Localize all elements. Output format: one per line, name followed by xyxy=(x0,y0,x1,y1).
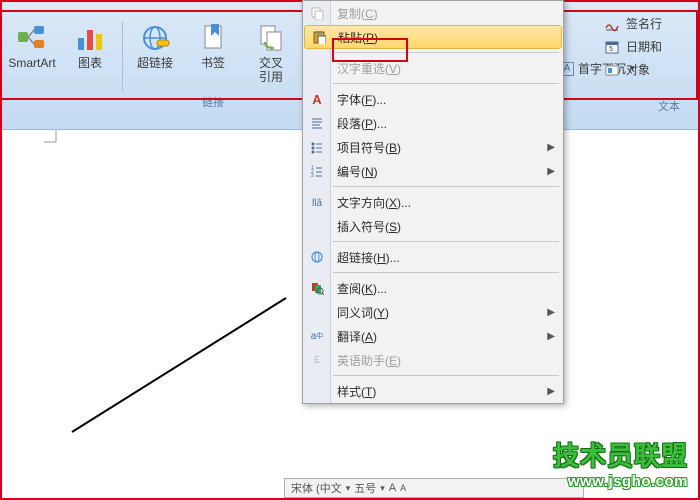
menu-english-assistant[interactable]: £ 英语助手(E) xyxy=(303,348,563,372)
menu-translate-label: 翻译(A) xyxy=(337,328,377,345)
chevron-down-icon: ▾ xyxy=(380,483,385,494)
copy-icon xyxy=(309,5,325,21)
shrink-font-icon[interactable]: A xyxy=(400,483,406,493)
signature-icon xyxy=(604,16,620,32)
crossref-button[interactable]: 交叉 引用 xyxy=(243,18,299,88)
link-icon xyxy=(309,249,325,265)
status-size: 五号 xyxy=(354,480,376,496)
separator xyxy=(122,22,123,92)
menu-bullets-label: 项目符号(B) xyxy=(337,139,401,156)
lookup-icon xyxy=(309,280,325,296)
chart-button[interactable]: 图表 xyxy=(62,18,118,74)
links-group-label: 链接 xyxy=(127,94,299,110)
menu-numbering[interactable]: 123 编号(N) ▶ xyxy=(303,159,563,183)
menu-font-label: 字体(F)... xyxy=(337,91,386,108)
svg-text:llâ: llâ xyxy=(312,198,322,209)
watermark-title: 技术员联盟 xyxy=(553,436,688,473)
signature-button[interactable]: 签名行 xyxy=(604,12,694,35)
bookmark-button[interactable]: 书签 xyxy=(185,18,241,88)
chevron-down-icon: ▾ xyxy=(346,483,351,494)
menu-lookup[interactable]: 查阅(K)... xyxy=(303,276,563,300)
menu-synonyms-label: 同义词(Y) xyxy=(337,304,389,321)
crossref-label: 交叉 引用 xyxy=(259,56,283,84)
menu-text-direction-label: 文字方向(X)... xyxy=(337,194,411,211)
object-button[interactable]: 对象 xyxy=(604,58,694,81)
hyperlink-icon xyxy=(139,22,171,54)
menu-hyperlink[interactable]: 超链接(H)... xyxy=(303,245,563,269)
menu-paragraph-label: 段落(P)... xyxy=(337,115,387,132)
submenu-arrow-icon: ▶ xyxy=(547,386,555,397)
paragraph-icon xyxy=(309,115,325,131)
menu-translate[interactable]: a中 翻译(A) ▶ xyxy=(303,324,563,348)
menu-copy-label: 复制(C) xyxy=(337,5,378,22)
bullets-icon xyxy=(309,139,325,155)
menu-lookup-label: 查阅(K)... xyxy=(337,280,387,297)
chart-icon xyxy=(74,22,106,54)
hyperlink-button[interactable]: 超链接 xyxy=(127,18,183,88)
submenu-arrow-icon: ▶ xyxy=(547,307,555,318)
numbering-icon: 123 xyxy=(309,163,325,179)
submenu-arrow-icon: ▶ xyxy=(547,331,555,342)
menu-synonyms[interactable]: 同义词(Y) ▶ xyxy=(303,300,563,324)
datetime-button[interactable]: 5 日期和 xyxy=(604,35,694,58)
object-icon xyxy=(604,62,620,78)
watermark: 技术员联盟 www.jsgho.com xyxy=(553,436,688,490)
menu-insert-symbol-label: 插入符号(S) xyxy=(337,218,401,235)
drawn-line-shape[interactable] xyxy=(64,290,294,440)
menu-paste-label: 粘贴(P) xyxy=(338,29,378,46)
menu-insert-symbol[interactable]: 插入符号(S) xyxy=(303,214,563,238)
watermark-url: www.jsgho.com xyxy=(553,473,688,490)
text-direction-icon: llâ xyxy=(309,194,325,210)
status-font: 宋体 (中文 xyxy=(291,480,342,496)
menu-paste[interactable]: 粘贴(P) xyxy=(304,25,562,49)
submenu-arrow-icon: ▶ xyxy=(547,142,555,153)
svg-text:3: 3 xyxy=(311,173,314,178)
object-label: 对象 xyxy=(626,61,650,78)
menu-font[interactable]: A 字体(F)... xyxy=(303,87,563,111)
menu-styles-label: 样式(T) xyxy=(337,383,376,400)
paste-icon xyxy=(311,29,327,45)
smartart-button[interactable]: SmartArt xyxy=(4,18,60,74)
bookmark-icon xyxy=(197,22,229,54)
menu-chinese-reselect-label: 汉字重选(V) xyxy=(337,60,401,77)
smartart-icon xyxy=(16,22,48,54)
page-margin-marker xyxy=(44,130,64,150)
datetime-icon: 5 xyxy=(604,39,620,55)
menu-numbering-label: 编号(N) xyxy=(337,163,378,180)
signature-label: 签名行 xyxy=(626,15,662,32)
menu-chinese-reselect[interactable]: 汉字重选(V) xyxy=(303,56,563,80)
context-menu: 复制(C) 粘贴(P) 汉字重选(V) A 字体(F)... 段落(P)... … xyxy=(302,0,564,404)
submenu-arrow-icon: ▶ xyxy=(547,166,555,177)
menu-paragraph[interactable]: 段落(P)... xyxy=(303,111,563,135)
crossref-icon xyxy=(255,22,287,54)
datetime-label: 日期和 xyxy=(626,38,662,55)
translate-icon: a中 xyxy=(309,328,325,344)
chart-label: 图表 xyxy=(78,56,102,70)
smartart-label: SmartArt xyxy=(8,56,55,70)
english-assistant-icon: £ xyxy=(309,352,325,368)
bookmark-label: 书签 xyxy=(201,56,225,70)
text-group-label: 文本 xyxy=(658,98,680,114)
grow-font-icon[interactable]: A xyxy=(389,482,396,494)
menu-copy[interactable]: 复制(C) xyxy=(303,1,563,25)
menu-text-direction[interactable]: llâ 文字方向(X)... xyxy=(303,190,563,214)
menu-english-assistant-label: 英语助手(E) xyxy=(337,352,401,369)
font-icon: A xyxy=(309,91,325,107)
menu-hyperlink-label: 超链接(H)... xyxy=(337,249,400,266)
mini-toolbar[interactable]: 宋体 (中文 ▾ 五号 ▾ A A xyxy=(284,478,584,498)
menu-styles[interactable]: 样式(T) ▶ xyxy=(303,379,563,403)
svg-text:5: 5 xyxy=(609,46,613,53)
text-group: 签名行 5 日期和 对象 xyxy=(604,12,694,81)
menu-bullets[interactable]: 项目符号(B) ▶ xyxy=(303,135,563,159)
hyperlink-label: 超链接 xyxy=(137,56,173,70)
